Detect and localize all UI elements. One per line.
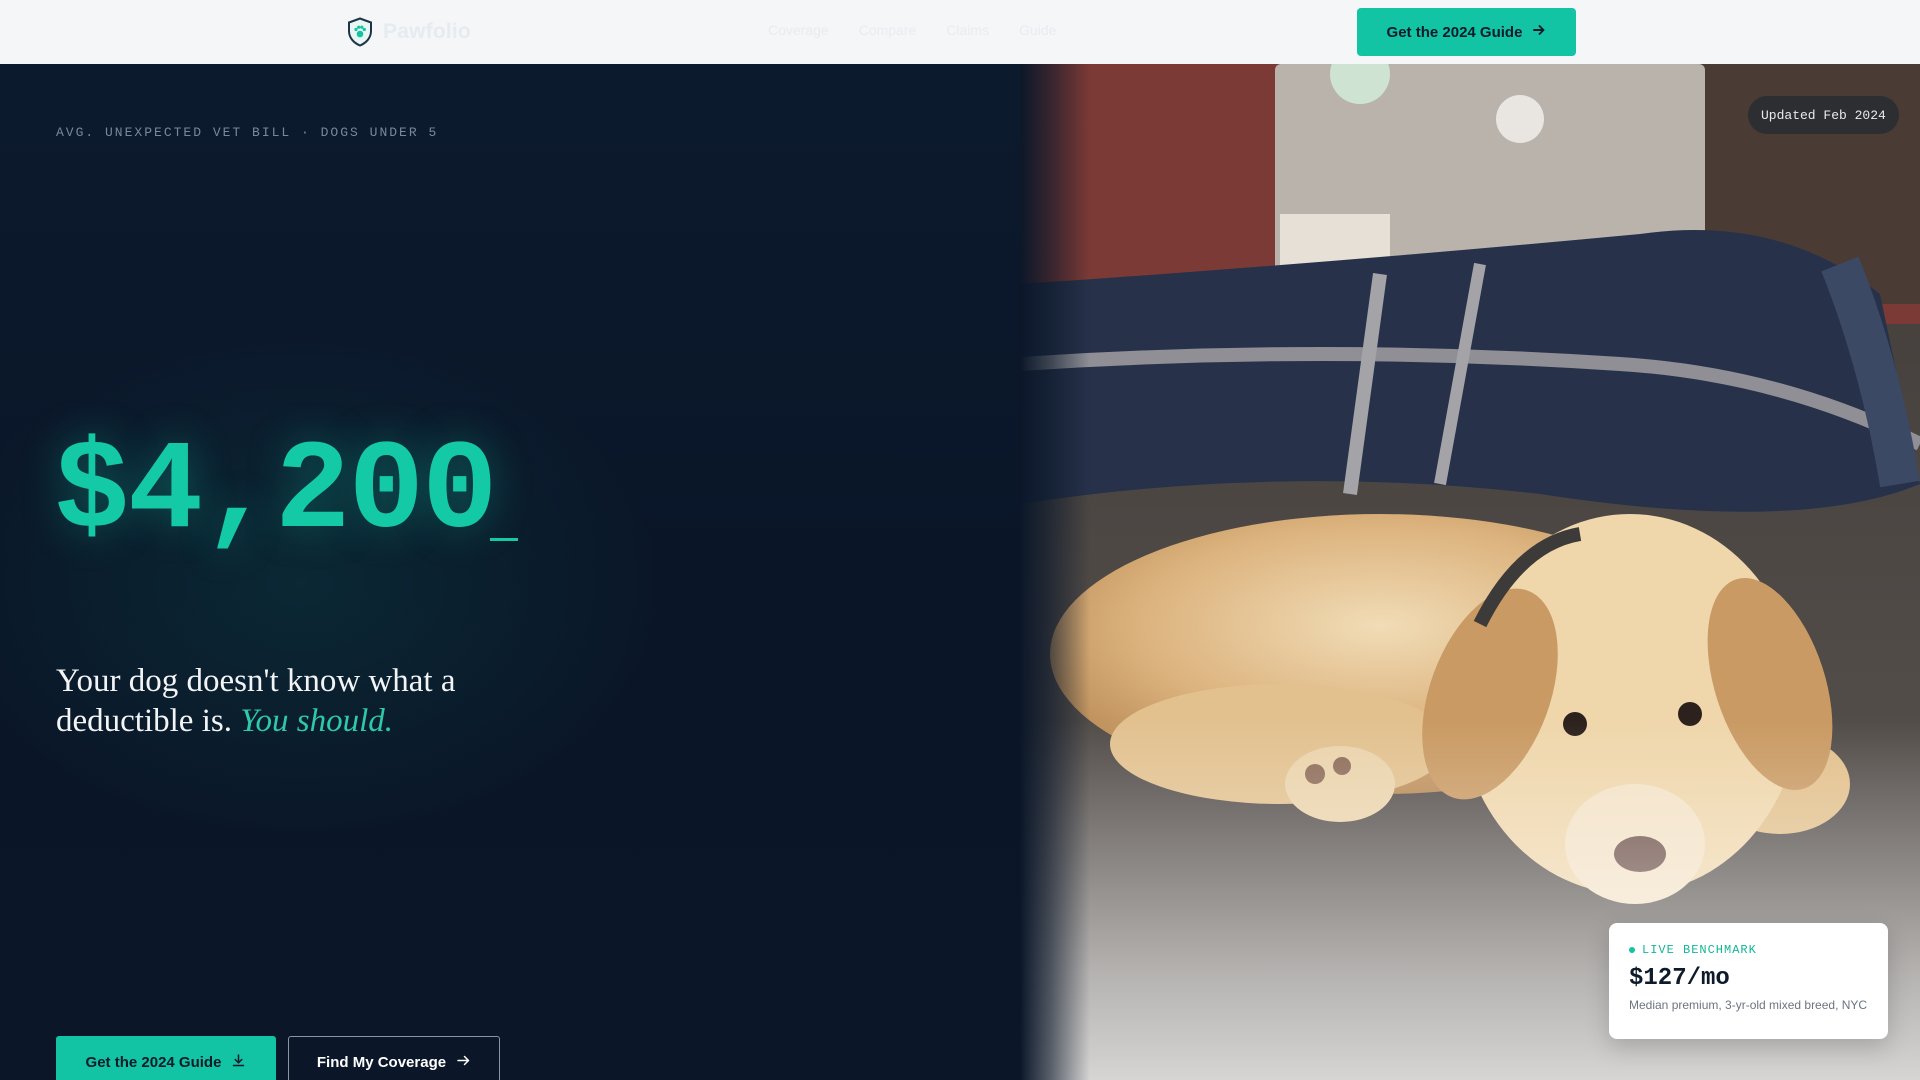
live-benchmark-card: LIVE BENCHMARK $127/mo Median premium, 3… <box>1609 923 1888 1039</box>
hero-eyebrow: AVG. UNEXPECTED VET BILL · DOGS UNDER 5 <box>56 125 439 140</box>
header-get-guide-button[interactable]: Get the 2024 Guide <box>1357 8 1576 56</box>
get-guide-label: Get the 2024 Guide <box>85 1053 222 1071</box>
benchmark-note: Median premium, 3-yr-old mixed breed, NY… <box>1629 998 1868 1012</box>
hero-section: AVG. UNEXPECTED VET BILL · DOGS UNDER 5 … <box>0 64 1040 1080</box>
typing-cursor <box>490 538 518 541</box>
shield-paw-icon <box>347 17 373 47</box>
nav-link-guide[interactable]: Guide <box>1019 22 1056 38</box>
header-cta-label: Get the 2024 Guide <box>1386 23 1523 41</box>
find-coverage-button[interactable]: Find My Coverage <box>288 1036 500 1080</box>
benchmark-value: $127/mo <box>1629 965 1730 992</box>
get-guide-button[interactable]: Get the 2024 Guide <box>56 1036 276 1080</box>
brand-name: Pawfolio <box>383 20 471 43</box>
nav-link-coverage[interactable]: Coverage <box>768 22 829 38</box>
updated-badge: Updated Feb 2024 <box>1748 96 1899 134</box>
photo-left-fade <box>1020 64 1090 1080</box>
live-status-dot <box>1629 947 1635 953</box>
top-navigation-bar: Pawfolio Coverage Compare Claims Guide G… <box>0 0 1920 64</box>
nav-link-claims[interactable]: Claims <box>946 22 989 38</box>
brand-logo[interactable]: Pawfolio <box>347 17 471 47</box>
hero-tagline: Your dog doesn't know what a deductible … <box>56 661 576 741</box>
benchmark-header: LIVE BENCHMARK <box>1629 943 1868 957</box>
arrow-right-icon <box>1532 23 1546 41</box>
arrow-right-icon <box>456 1053 471 1072</box>
nav-link-compare[interactable]: Compare <box>859 22 917 38</box>
find-coverage-label: Find My Coverage <box>316 1053 447 1071</box>
hero-tagline-accent: You should. <box>240 703 394 739</box>
download-icon <box>231 1053 246 1072</box>
hero-stat-value: $4,200 <box>54 421 498 564</box>
main-nav: Coverage Compare Claims Guide <box>768 22 1056 38</box>
benchmark-label: LIVE BENCHMARK <box>1642 943 1757 957</box>
